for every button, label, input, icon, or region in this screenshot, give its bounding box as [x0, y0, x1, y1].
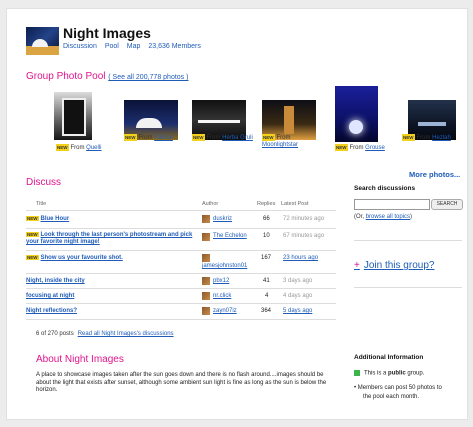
- reply-count: 10: [263, 233, 270, 239]
- author-link[interactable]: nr.click: [213, 293, 231, 299]
- group-nav: Discussion Pool Map 23,636 Members: [63, 43, 207, 50]
- pool-photo[interactable]: [335, 86, 378, 142]
- pool-photo[interactable]: [54, 92, 92, 140]
- col-author: Author: [202, 201, 219, 207]
- photo-author-link[interactable]: Herba Gruli: [222, 135, 253, 141]
- photo-caption: NEW From Patrice: [124, 134, 173, 142]
- latest-post: 67 minutes ago: [283, 233, 325, 239]
- posting-limit-info-2: the pool each month.: [363, 394, 420, 400]
- avatar[interactable]: [202, 215, 210, 223]
- table-row[interactable]: Night reflections? zayn07iz 364 5 days a…: [26, 303, 336, 320]
- posting-limit-info: • Members can post 50 photos to: [354, 385, 442, 391]
- author-link[interactable]: pbx12: [213, 278, 229, 284]
- table-row[interactable]: NEW Look through the last person's photos…: [26, 228, 336, 250]
- author-link[interactable]: The Echelon: [213, 233, 247, 239]
- author-link[interactable]: jamesjohnston01: [202, 263, 247, 269]
- discussion-footer: 6 of 270 posts Read all Night Images's di…: [36, 331, 174, 337]
- photo-caption: NEW From Moonlightstar: [262, 134, 299, 149]
- public-group-info: This is a public group.: [354, 370, 424, 377]
- browse-topics: (Or, browse all topics): [354, 214, 413, 220]
- reply-count: 4: [265, 293, 269, 299]
- pool-heading: Group Photo Pool ( See all 200,778 photo…: [26, 71, 189, 82]
- topic-link[interactable]: Blue Hour: [41, 216, 70, 222]
- photo-caption: NEW From Hezlah: [402, 134, 451, 142]
- pool-photo[interactable]: [262, 92, 316, 140]
- nav-map-link[interactable]: Map: [127, 43, 141, 50]
- read-all-discussions-link[interactable]: Read all Night Images's discussions: [78, 331, 174, 337]
- nav-members-link[interactable]: 23,636 Members: [148, 43, 201, 50]
- public-group-icon: [354, 370, 360, 376]
- photo-author-link[interactable]: Patrice: [154, 135, 173, 141]
- search-button[interactable]: SEARCH: [431, 199, 463, 210]
- table-row[interactable]: focusing at night nr.click 4 4 days ago: [26, 288, 336, 303]
- topic-link[interactable]: Night, inside the city: [26, 278, 85, 284]
- latest-post-link[interactable]: 5 days ago: [283, 308, 312, 314]
- new-badge: NEW: [26, 255, 39, 260]
- photo-caption: NEW From Grouse: [335, 144, 385, 152]
- topic-link[interactable]: Night reflections?: [26, 308, 77, 314]
- latest-post: 4 days ago: [283, 293, 313, 299]
- photo-caption: NEW From Quelli: [56, 144, 102, 152]
- about-text: A place to showcase images taken after t…: [36, 372, 327, 393]
- additional-info-heading: Additional Information: [354, 354, 424, 361]
- latest-post-link[interactable]: 23 hours ago: [283, 255, 318, 261]
- topic-link[interactable]: Show us your favourite shot.: [41, 255, 123, 261]
- new-badge: NEW: [26, 232, 39, 237]
- reply-count: 167: [261, 255, 272, 261]
- table-row[interactable]: Night, inside the city pbx12 41 3 days a…: [26, 273, 336, 288]
- table-row[interactable]: NEW Show us your favourite shot. jamesjoh…: [26, 250, 336, 273]
- join-group-link[interactable]: + Join this group?: [354, 260, 434, 271]
- nav-discussion-link[interactable]: Discussion: [63, 43, 97, 50]
- col-latest-post: Latest Post: [281, 201, 309, 207]
- avatar[interactable]: [202, 307, 210, 315]
- author-link[interactable]: zayn07iz: [213, 308, 237, 314]
- latest-post: 72 minutes ago: [283, 216, 325, 222]
- avatar[interactable]: [202, 292, 210, 300]
- photo-author-link[interactable]: Quelli: [86, 145, 101, 151]
- reply-count: 66: [263, 216, 270, 222]
- group-logo-image[interactable]: [26, 27, 59, 55]
- group-title: Night Images: [63, 25, 151, 41]
- browse-all-topics-link[interactable]: browse all topics: [366, 214, 410, 220]
- col-replies: Replies: [257, 201, 276, 207]
- post-count: 6 of 270 posts: [36, 331, 74, 337]
- latest-post: 3 days ago: [283, 278, 313, 284]
- nav-pool-link[interactable]: Pool: [105, 43, 119, 50]
- divider: [354, 240, 462, 241]
- pool-photo[interactable]: [408, 92, 456, 140]
- photo-author-link[interactable]: Moonlightstar: [262, 142, 298, 148]
- bullet-icon: •: [354, 385, 357, 391]
- divider: [354, 287, 462, 288]
- topic-link[interactable]: focusing at night: [26, 293, 74, 299]
- col-title: Title: [36, 201, 47, 207]
- search-discussions-heading: Search discussions: [354, 185, 416, 192]
- avatar[interactable]: [202, 254, 210, 262]
- topic-link[interactable]: Look through the last person's photostre…: [26, 232, 192, 245]
- table-row[interactable]: NEW Blue Hour duskriz 66 72 minutes ago: [26, 210, 336, 228]
- group-page: Night Images Discussion Pool Map 23,636 …: [6, 8, 468, 420]
- about-heading: About Night Images: [36, 354, 124, 365]
- photo-author-link[interactable]: Grouse: [365, 145, 385, 151]
- pool-photo[interactable]: [124, 92, 178, 140]
- avatar[interactable]: [202, 277, 210, 285]
- see-all-photos-link[interactable]: ( See all 200,778 photos ): [108, 74, 188, 81]
- author-link[interactable]: duskriz: [213, 216, 232, 222]
- pool-photo[interactable]: [192, 92, 246, 140]
- avatar[interactable]: [202, 233, 210, 241]
- more-photos-link[interactable]: More photos...: [409, 170, 460, 179]
- discuss-heading: Discuss: [26, 177, 62, 188]
- reply-count: 41: [263, 278, 270, 284]
- reply-count: 364: [261, 308, 272, 314]
- photo-caption: NEW From Herba Gruli: [192, 134, 253, 142]
- search-input[interactable]: [354, 199, 430, 210]
- plus-icon: +: [354, 260, 360, 271]
- photo-author-link[interactable]: Hezlah: [432, 135, 451, 141]
- new-badge: NEW: [26, 216, 39, 221]
